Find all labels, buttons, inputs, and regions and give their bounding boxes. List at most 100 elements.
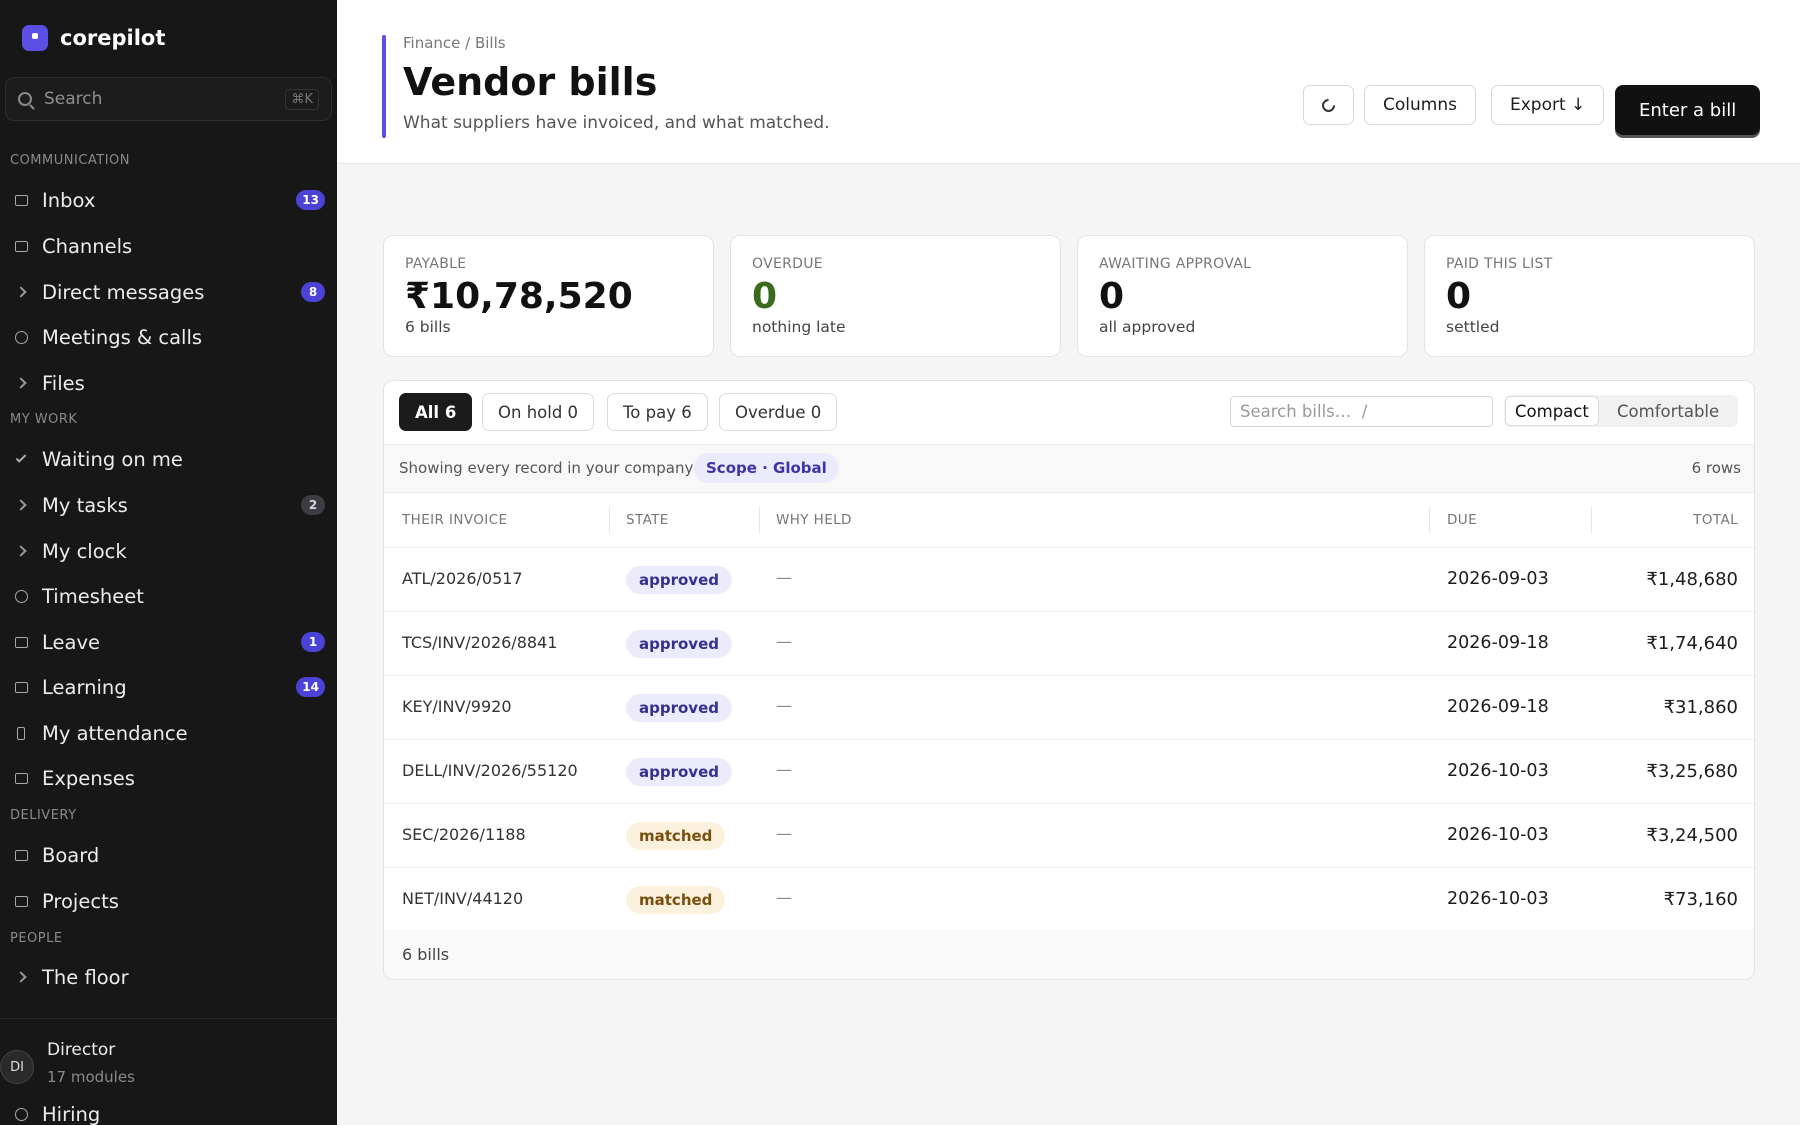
bill-total: ₹3,25,680 [1646, 761, 1738, 782]
sidebar-search[interactable]: Search ⌘K [5, 77, 332, 121]
clock-icon [13, 588, 29, 604]
status-badge: approved [626, 694, 732, 722]
stat-value: 0 [1446, 276, 1472, 317]
filter-to-pay[interactable]: To pay 6 [607, 393, 708, 431]
brand[interactable]: corepilot [22, 25, 165, 51]
scope-badge[interactable]: Scope · Global [694, 453, 839, 483]
filter-overdue[interactable]: Overdue 0 [719, 393, 838, 431]
sidebar-item-hiring[interactable]: Hiring [0, 1094, 337, 1125]
avatar: DI [0, 1050, 34, 1084]
column-divider[interactable] [1429, 507, 1430, 533]
status-badge: matched [626, 822, 726, 850]
stat-value: 0 [752, 276, 778, 317]
chevron-right-icon [13, 497, 29, 513]
sidebar-item-the-floor[interactable]: The floor [0, 957, 337, 997]
stat-card-paid: PAID THIS LIST 0 settled [1424, 235, 1755, 357]
sidebar-item-inbox[interactable]: Inbox 13 [0, 180, 337, 220]
sidebar-item-projects[interactable]: Projects [0, 881, 337, 921]
sidebar-item-files[interactable]: Files [0, 363, 337, 403]
density-comfortable[interactable]: Comfortable [1608, 397, 1728, 425]
scope-text: Showing every record in your company [399, 459, 694, 477]
density-compact[interactable]: Compact [1506, 397, 1598, 425]
stat-card-overdue: OVERDUE 0 nothing late [730, 235, 1061, 357]
export-button[interactable]: Export ↓ [1491, 85, 1605, 125]
table-row[interactable]: TCS/INV/2026/8841 approved — 2026-09-18 … [384, 612, 1754, 676]
sidebar-item-label: Board [42, 843, 100, 867]
table-row[interactable]: ATL/2026/0517 approved — 2026-09-03 ₹1,4… [384, 548, 1754, 612]
search-shortcut: ⌘K [285, 88, 319, 110]
chevron-right-icon [13, 969, 29, 985]
sidebar-item-expenses[interactable]: Expenses [0, 758, 337, 798]
table-row[interactable]: DELL/INV/2026/55120 approved — 2026-10-0… [384, 740, 1754, 804]
column-divider[interactable] [609, 507, 610, 533]
status-badge: approved [626, 566, 732, 594]
header-accent-bar [382, 35, 386, 138]
due-date: 2026-10-03 [1447, 889, 1549, 909]
sidebar-item-leave[interactable]: Leave 1 [0, 622, 337, 662]
why-held: — [776, 632, 792, 651]
sidebar-item-my-tasks[interactable]: My tasks 2 [0, 485, 337, 525]
sidebar-item-label: Leave [42, 630, 101, 654]
breadcrumb[interactable]: Finance / Bills [403, 34, 506, 52]
sidebar-item-label: Channels [42, 234, 133, 258]
sidebar-item-learning[interactable]: Learning 14 [0, 667, 337, 707]
row-count: 6 rows [1691, 459, 1741, 477]
col-header-due[interactable]: DUE [1447, 512, 1477, 528]
stat-label: PAYABLE [405, 256, 467, 272]
sidebar-item-meetings[interactable]: Meetings & calls [0, 317, 337, 357]
filter-bar: All 6 On hold 0 To pay 6 Overdue 0 Compa… [384, 381, 1754, 445]
col-header-total[interactable]: TOTAL [1693, 512, 1738, 528]
col-header-why-held[interactable]: WHY HELD [776, 512, 852, 528]
sidebar-item-waiting-on-me[interactable]: Waiting on me [0, 439, 337, 479]
columns-button[interactable]: Columns [1364, 85, 1476, 125]
bill-count: 6 bills [402, 945, 450, 964]
sidebar-item-my-clock[interactable]: My clock [0, 531, 337, 571]
enter-bill-button[interactable]: Enter a bill [1615, 85, 1761, 135]
bills-panel: All 6 On hold 0 To pay 6 Overdue 0 Compa… [383, 380, 1755, 980]
sidebar-item-timesheet[interactable]: Timesheet [0, 576, 337, 616]
sidebar-item-board[interactable]: Board [0, 835, 337, 875]
column-divider[interactable] [759, 507, 760, 533]
user-add-icon [13, 1106, 29, 1122]
chevron-right-icon [13, 543, 29, 559]
invoice-number: ATL/2026/0517 [402, 569, 523, 588]
why-held: — [776, 760, 792, 779]
section-delivery: DELIVERY [10, 808, 77, 823]
sidebar-item-direct-messages[interactable]: Direct messages 8 [0, 272, 337, 312]
col-header-state[interactable]: STATE [626, 512, 669, 528]
table-row[interactable]: KEY/INV/9920 approved — 2026-09-18 ₹31,8… [384, 676, 1754, 740]
refresh-button[interactable] [1303, 85, 1354, 125]
stat-sub: settled [1446, 318, 1500, 336]
sidebar-item-my-attendance[interactable]: My attendance [0, 713, 337, 753]
column-divider[interactable] [1591, 507, 1592, 533]
bill-total: ₹1,48,680 [1646, 569, 1738, 590]
sidebar-item-label: Files [42, 371, 85, 395]
sidebar-item-label: Timesheet [42, 584, 144, 608]
invoice-number: KEY/INV/9920 [402, 697, 512, 716]
filter-all[interactable]: All 6 [399, 393, 473, 431]
stat-card-payable: PAYABLE ₹10,78,520 6 bills [383, 235, 714, 357]
table-row[interactable]: NET/INV/44120 matched — 2026-10-03 ₹73,1… [384, 868, 1754, 932]
dm-count-badge: 8 [301, 282, 325, 302]
headset-icon [13, 329, 29, 345]
sidebar-item-label: Hiring [42, 1102, 101, 1125]
calendar-icon [13, 634, 29, 650]
due-date: 2026-10-03 [1447, 825, 1549, 845]
sidebar-item-channels[interactable]: Channels [0, 226, 337, 266]
status-badge: matched [626, 886, 726, 914]
due-date: 2026-09-18 [1447, 633, 1549, 653]
sidebar-divider [0, 1018, 337, 1019]
bill-total: ₹1,74,640 [1646, 633, 1738, 654]
filter-on-hold[interactable]: On hold 0 [482, 393, 595, 431]
sidebar-item-label: Projects [42, 889, 119, 913]
why-held: — [776, 824, 792, 843]
col-header-invoice[interactable]: THEIR INVOICE [402, 512, 507, 528]
stat-label: AWAITING APPROVAL [1099, 256, 1252, 272]
kanban-icon [13, 847, 29, 863]
table-row[interactable]: SEC/2026/1188 matched — 2026-10-03 ₹3,24… [384, 804, 1754, 868]
bills-search-input[interactable] [1230, 396, 1493, 427]
due-date: 2026-09-03 [1447, 569, 1549, 589]
invoice-number: SEC/2026/1188 [402, 825, 526, 844]
stat-value: ₹10,78,520 [405, 276, 633, 317]
why-held: — [776, 696, 792, 715]
